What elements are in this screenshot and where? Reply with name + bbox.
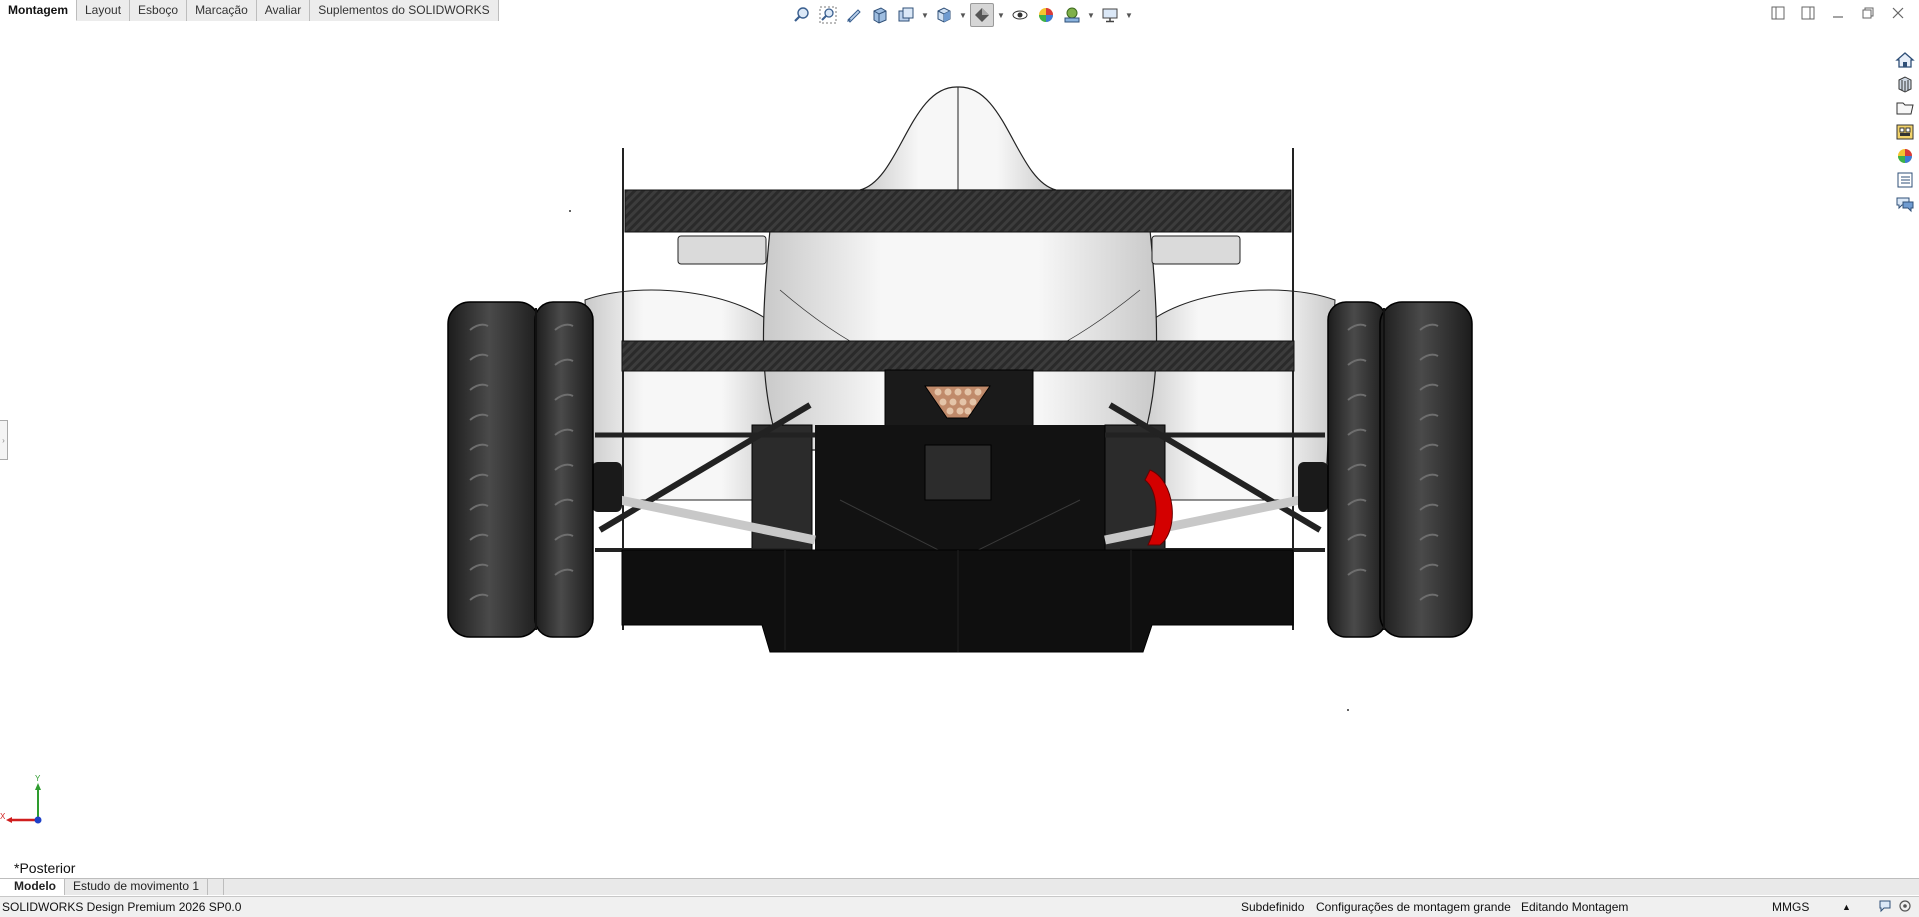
editing-mode: Editando Montagem <box>1521 900 1629 914</box>
tab-montagem[interactable]: Montagem <box>0 0 77 21</box>
chevron-down-icon[interactable]: ▼ <box>920 3 930 27</box>
section-view-icon[interactable] <box>868 3 892 27</box>
reference-triad: Y X <box>0 773 50 829</box>
graphics-area[interactable] <box>0 30 1919 880</box>
tab-spacer <box>208 879 225 895</box>
triad-y-label: Y <box>35 774 41 783</box>
chevron-down-icon[interactable]: ▼ <box>958 3 968 27</box>
tab-marcacao[interactable]: Marcação <box>187 0 257 21</box>
status-bar: SOLIDWORKS Design Premium 2026 SP0.0 Sub… <box>0 896 1919 917</box>
minimize-icon[interactable] <box>1829 4 1847 22</box>
dynamic-annotation-views-icon[interactable] <box>894 3 918 27</box>
tile-left-icon[interactable] <box>1769 4 1787 22</box>
zoom-to-fit-icon[interactable] <box>790 3 814 27</box>
tile-right-icon[interactable] <box>1799 4 1817 22</box>
customize-statusbar-icon[interactable] <box>1898 899 1912 916</box>
hide-show-items-icon[interactable] <box>1008 3 1032 27</box>
view-orientation-icon[interactable] <box>932 3 956 27</box>
display-style-icon[interactable] <box>970 3 994 27</box>
tab-modelo[interactable]: Modelo <box>0 879 65 895</box>
command-manager-tabs: Montagem Layout Esboço Marcação Avaliar … <box>0 0 499 21</box>
tab-esboco[interactable]: Esboço <box>130 0 188 21</box>
heads-up-view-toolbar: ▼ ▼ ▼ ▼ ▼ <box>790 2 1134 28</box>
model-motion-tabs: Modelo Estudo de movimento 1 <box>0 878 1919 895</box>
definition-state: Subdefinido <box>1241 900 1305 914</box>
rebuild-indicator-icon[interactable] <box>1878 899 1894 916</box>
window-controls <box>1769 4 1907 22</box>
tab-layout[interactable]: Layout <box>77 0 131 21</box>
close-icon[interactable] <box>1889 4 1907 22</box>
view-settings-icon[interactable] <box>1098 3 1122 27</box>
configuration-name: Configurações de montagem grande <box>1316 900 1511 914</box>
unit-menu-caret-icon[interactable]: ▲ <box>1842 902 1851 912</box>
car-model-rear-view[interactable] <box>0 30 1919 880</box>
product-version: SOLIDWORKS Design Premium 2026 SP0.0 <box>2 900 242 914</box>
solidworks-window: { "command_tabs": ["Montagem", "Layout",… <box>0 0 1919 917</box>
previous-view-icon[interactable] <box>842 3 866 27</box>
tab-avaliar[interactable]: Avaliar <box>256 0 311 21</box>
view-orientation-name: *Posterior <box>14 860 76 876</box>
apply-scene-icon[interactable] <box>1060 3 1084 27</box>
triad-x-label: X <box>0 812 6 821</box>
chevron-down-icon[interactable]: ▼ <box>1124 3 1134 27</box>
tab-suplementos[interactable]: Suplementos do SOLIDWORKS <box>310 0 499 21</box>
zoom-to-area-icon[interactable] <box>816 3 840 27</box>
restore-icon[interactable] <box>1859 4 1877 22</box>
chevron-down-icon[interactable]: ▼ <box>996 3 1006 27</box>
chevron-down-icon[interactable]: ▼ <box>1086 3 1096 27</box>
tab-estudo-movimento-1[interactable]: Estudo de movimento 1 <box>65 879 209 895</box>
edit-appearance-icon[interactable] <box>1034 3 1058 27</box>
unit-system[interactable]: MMGS <box>1772 900 1809 914</box>
